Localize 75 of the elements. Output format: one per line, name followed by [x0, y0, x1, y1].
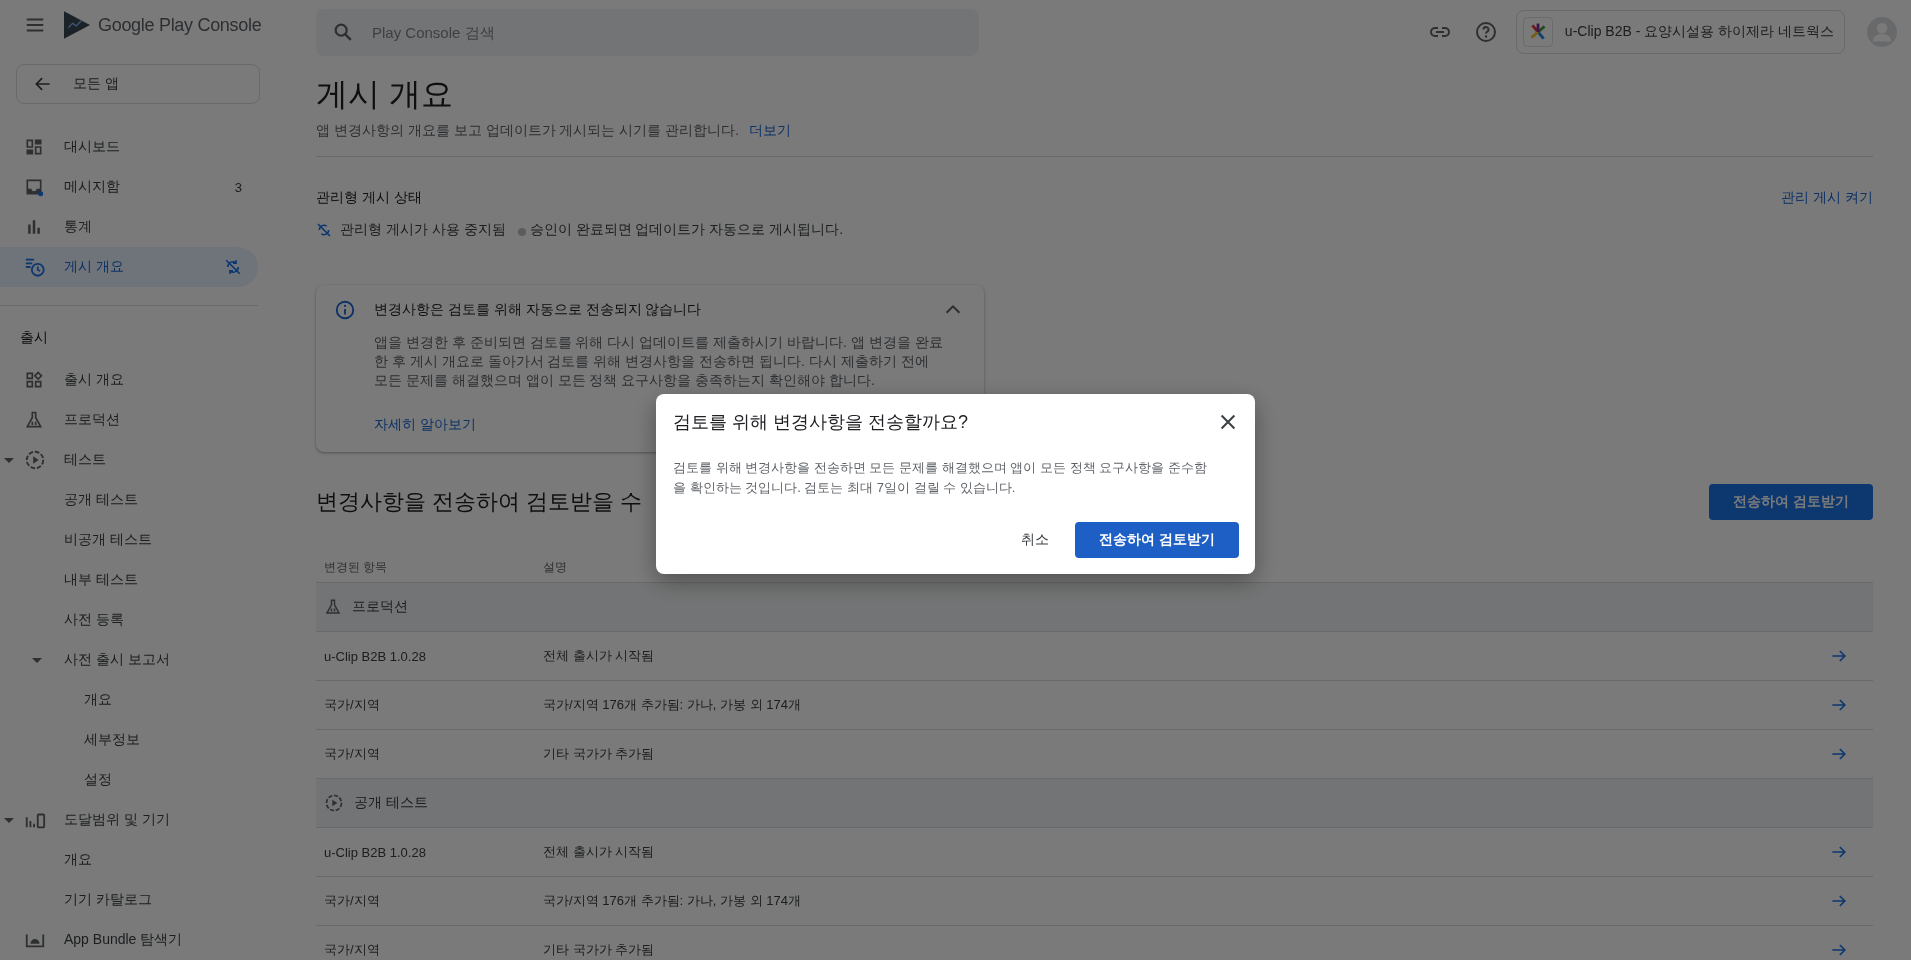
table-cell-text: 국가/지역 176개 추가됨: 가나, 가봉 외 174개 [543, 696, 802, 714]
flask-icon [324, 598, 342, 616]
card-text: 앱을 변경한 후 준비되면 검토를 위해 다시 업데이트를 제출하시기 바랍니다. 앱 변경을 완료한 후 게시 개요로 돌아가서 검토를 위해 변경사항을 전송하면 됩니다. 다시 제출하기 전에 모든 문제를 해결했으며 앱이 모든 정책 요구사항을 충족하는지 확인해야 합니다. [374, 333, 944, 390]
card-title: 변경사항은 검토를 위해 자동으로 전송되지 않습니다 [374, 301, 703, 319]
nav-item[interactable]: 개요 [0, 840, 258, 880]
play-circle-icon [324, 793, 344, 813]
table-cell-text: 기타 국가가 추가됨 [543, 941, 656, 959]
nav-item[interactable]: 통계 [0, 207, 258, 247]
table-cell-text: 국가/지역 176개 추가됨: 가나, 가봉 외 174개 [543, 892, 802, 910]
search-icon [332, 21, 354, 43]
separator-dot [517, 228, 526, 236]
caret-icon[interactable] [4, 457, 14, 463]
nav-item[interactable]: 도달범위 및 기기 [0, 800, 258, 840]
nav-item[interactable]: 사전 출시 보고서 [0, 640, 258, 680]
dashboard-icon [24, 137, 44, 157]
table-cell-text: 국가/지역 [324, 941, 381, 959]
grid-icon [24, 370, 44, 390]
nav-item[interactable]: 기기 카탈로그 [0, 880, 258, 920]
info-icon [334, 299, 356, 321]
list-clock-icon [24, 256, 46, 278]
table-cell-text: 전체 출시가 시작됨 [543, 647, 656, 665]
send-for-review-button[interactable]: 전송하여 검토받기 [1709, 484, 1873, 520]
nav-item[interactable]: 프로덕션 [0, 400, 258, 440]
dialog-text: 검토를 위해 변경사항을 전송하면 모든 문제를 해결했으며 앱이 모든 정책 요구사항을 준수함을 확인하는 것입니다. 검토는 최대 7일이 걸릴 수 있습니다. [673, 459, 1208, 497]
status-text: 관리형 게시가 사용 중지됨 [340, 221, 506, 239]
nav-item[interactable]: 개요 [0, 680, 258, 720]
nav-item[interactable]: 비공개 테스트 [0, 520, 258, 560]
cancel-button[interactable]: 취소 [1009, 522, 1062, 558]
sync-off-icon [316, 222, 332, 238]
table-cell-text: u-Clip B2B 1.0.28 [324, 648, 427, 664]
nav-item[interactable]: 테스트 [0, 440, 258, 480]
message-count: 3 [234, 179, 242, 195]
learn-more-link[interactable]: 더보기 [749, 122, 792, 140]
turn-on-managed-publishing-link[interactable]: 관리 게시 켜기 [1781, 187, 1873, 207]
table-cell-text: 국가/지역 [324, 696, 381, 714]
nav-item[interactable]: 메시지함 3 [0, 167, 258, 207]
column-header: 변경된 항목 [324, 558, 389, 576]
nav-item[interactable]: 세부정보 [0, 720, 258, 760]
nav-item[interactable]: 공개 테스트 [0, 480, 258, 520]
nav-item[interactable]: 대시보드 [0, 127, 258, 167]
flask-icon [24, 410, 44, 430]
caret-icon[interactable] [32, 657, 42, 663]
page-description: 앱 변경사항의 개요를 보고 업데이트가 게시되는 시기를 관리합니다. [316, 122, 740, 140]
nav-item[interactable]: 출시 개요 [0, 360, 258, 400]
nav-item[interactable]: App Bundle 탐색기 [0, 920, 258, 960]
status-note: 승인이 완료되면 업데이트가 자동으로 게시됩니다. [529, 221, 844, 239]
help-icon[interactable] [1473, 20, 1498, 44]
table-cell-text: 전체 출시가 시작됨 [543, 843, 656, 861]
dialog-title: 검토를 위해 변경사항을 전송할까요? [673, 411, 968, 434]
nav-item[interactable]: 내부 테스트 [0, 560, 258, 600]
group-label: 공개 테스트 [354, 794, 428, 812]
section-heading: 관리형 게시 상태 [316, 188, 422, 207]
sync-off-icon [224, 258, 242, 276]
all-apps-button[interactable]: 모든 앱 [16, 64, 260, 104]
app-logo-icon [1522, 17, 1553, 47]
send-for-review-button[interactable]: 전송하여 검토받기 [1075, 522, 1239, 558]
play-logo-icon [64, 10, 90, 40]
table-cell-text: 기타 국가가 추가됨 [543, 745, 656, 763]
table-cell-text: 국가/지역 [324, 892, 381, 910]
logo-text: Google Play Console [98, 14, 262, 36]
column-header: 설명 [543, 558, 567, 576]
table-cell-text: 국가/지역 [324, 745, 381, 763]
learn-more-link[interactable]: 자세히 알아보기 [374, 416, 476, 434]
nav-item[interactable]: 설정 [0, 760, 258, 800]
section-heading: 출시 [19, 328, 49, 347]
nav-item[interactable]: 게시 개요 [0, 247, 258, 287]
caret-icon[interactable] [4, 817, 14, 823]
group-label: 프로덕션 [352, 598, 408, 616]
inbox-icon [24, 177, 44, 197]
account-switcher[interactable]: u-Clip B2B - 요양시설용 하이제라 네트웍스 [1515, 10, 1845, 54]
nav-item[interactable]: 사전 등록 [0, 600, 258, 640]
table-cell-text: u-Clip B2B 1.0.28 [324, 844, 427, 860]
section-heading: 변경사항을 전송하여 검토받을 수 [316, 488, 643, 516]
page-title: 게시 개요 [316, 75, 454, 114]
play-circle-icon [24, 449, 46, 471]
